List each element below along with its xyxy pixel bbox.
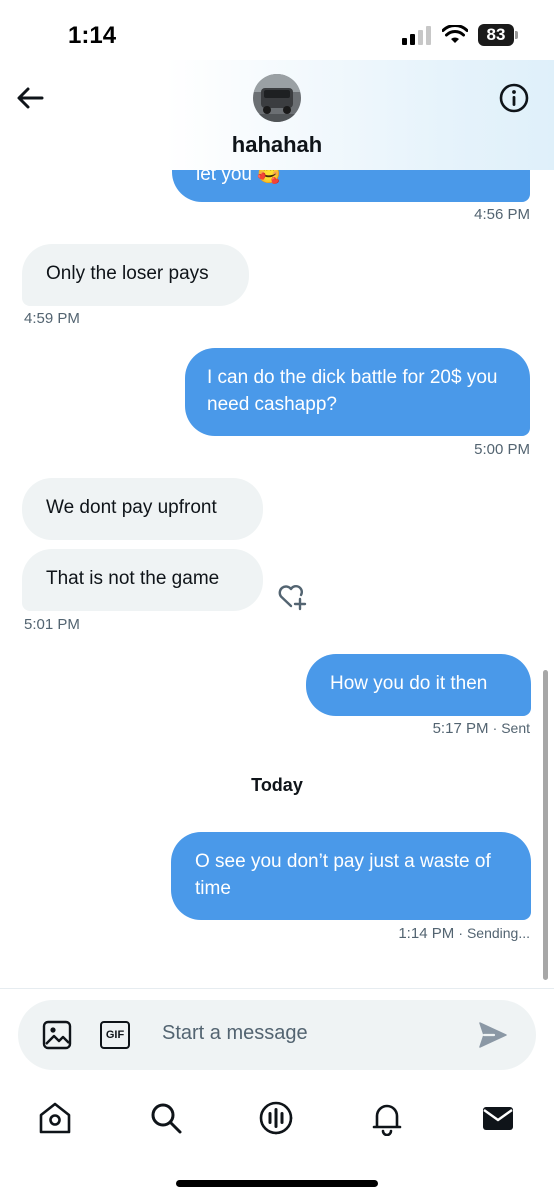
battery-indicator: 83 [478, 24, 518, 46]
message-text: I can do the dick battle for 20$ you nee… [207, 367, 498, 415]
message-meta: 5:17 PM · Sent [433, 720, 530, 737]
message-text: We dont pay upfront [46, 497, 217, 518]
message-text: Only the loser pays [46, 263, 209, 284]
message-timestamp: 5:00 PM [474, 441, 530, 458]
avatar[interactable] [253, 74, 301, 122]
message-text: That is not the game [46, 568, 220, 589]
message-bubble-incoming[interactable]: We dont pay upfront [22, 478, 263, 540]
message-bubble-incoming[interactable]: Only the loser pays [22, 244, 249, 306]
message-text: let you 🥰 [196, 170, 281, 185]
status-icons: 83 [402, 24, 518, 46]
message-timestamp: 4:56 PM [474, 206, 530, 223]
conversation-header: hahahah [0, 60, 554, 170]
message-timestamp: 5:17 PM [432, 720, 489, 737]
message-bubble-outgoing[interactable]: How you do it then [306, 654, 531, 716]
status-time: 1:14 [68, 22, 117, 49]
message-text: O see you don’t pay just a waste of time [195, 851, 491, 899]
message-bubble-incoming[interactable]: That is not the game [22, 549, 263, 611]
add-reaction-icon[interactable] [276, 580, 308, 612]
back-arrow-icon[interactable] [14, 82, 46, 114]
info-icon[interactable] [498, 82, 530, 114]
home-indicator [176, 1180, 378, 1187]
wifi-icon [442, 25, 468, 43]
message-bubble-outgoing[interactable]: let you 🥰 [172, 170, 530, 202]
conversation-name: hahahah [231, 132, 323, 157]
messages-icon[interactable] [480, 1100, 516, 1136]
message-status: · Sending... [458, 925, 530, 941]
day-separator: Today [251, 775, 303, 795]
composer-divider [0, 988, 554, 989]
message-status: · Sent [492, 720, 530, 736]
message-bubble-outgoing[interactable]: I can do the dick battle for 20$ you nee… [185, 348, 530, 436]
bottom-navigation [0, 1090, 554, 1150]
home-icon[interactable] [37, 1100, 73, 1136]
cellular-signal-icon [402, 26, 431, 45]
message-timestamp: 1:14 PM [398, 925, 455, 942]
message-bubble-outgoing[interactable]: O see you don’t pay just a waste of time [171, 832, 531, 920]
message-text: How you do it then [330, 673, 488, 694]
message-composer: GIF [18, 1000, 536, 1070]
message-timestamp: 4:59 PM [24, 310, 80, 327]
message-timestamp: 5:01 PM [24, 616, 80, 633]
send-icon[interactable] [478, 1020, 508, 1050]
scrollbar[interactable] [543, 670, 548, 980]
battery-level: 83 [486, 25, 506, 44]
spaces-icon[interactable] [258, 1100, 294, 1136]
gif-icon[interactable]: GIF [100, 1021, 130, 1049]
search-icon[interactable] [148, 1100, 184, 1136]
notifications-icon[interactable] [369, 1100, 405, 1136]
message-meta: 1:14 PM · Sending... [398, 925, 530, 942]
message-input[interactable] [162, 1022, 462, 1045]
gif-label: GIF [105, 1029, 125, 1041]
image-icon[interactable] [42, 1020, 72, 1050]
